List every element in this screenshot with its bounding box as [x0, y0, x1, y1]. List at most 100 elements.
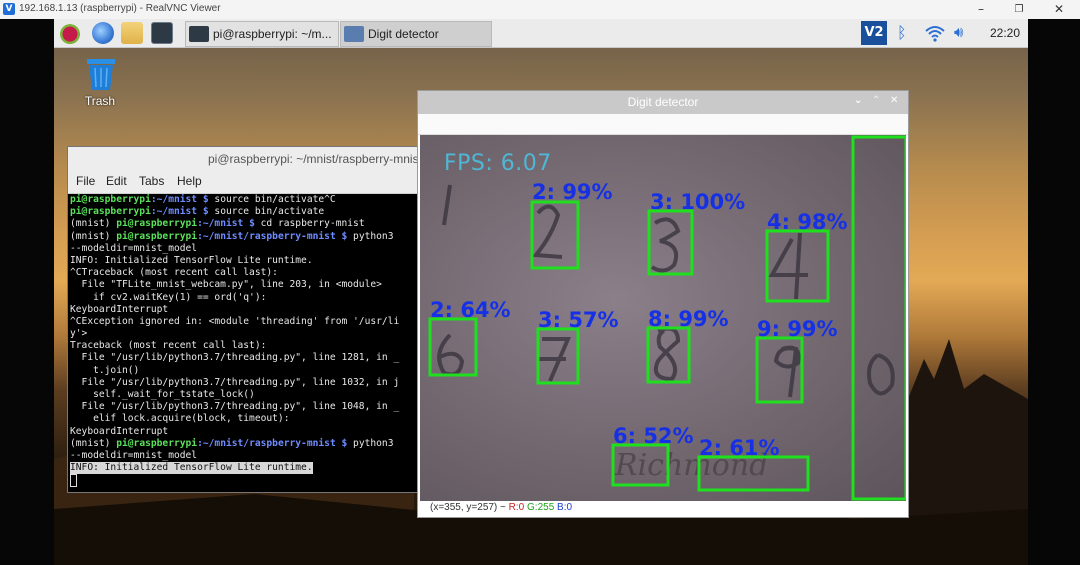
- terminal-line: if cv2.waitKey(1) == ord('q'):: [70, 292, 426, 304]
- terminal-text: --modeldir=mnist_model: [70, 242, 198, 254]
- bluetooth-icon[interactable]: ᛒ: [897, 23, 907, 42]
- detection-label: 2: 64%: [430, 298, 511, 322]
- terminal-line: y'>: [70, 328, 426, 340]
- camera-feed: Richmond 2: 99% 3: 100% 4: 98% 2: 64% 3:…: [420, 135, 906, 501]
- detection-overlay: Richmond 2: 99% 3: 100% 4: 98% 2: 64% 3:…: [428, 135, 906, 501]
- detector-title: Digit detector: [627, 95, 699, 109]
- chevron-up-icon[interactable]: ⌃: [872, 95, 880, 106]
- terminal-line: pi@raspberrypi:~/mnist $ source bin/acti…: [70, 206, 426, 218]
- file-manager-icon[interactable]: [121, 22, 143, 44]
- terminal-line: t.join(): [70, 365, 426, 377]
- terminal-line: --modeldir=mnist_model: [70, 450, 426, 462]
- terminal-line: (mnist) pi@raspberrypi:~/mnist/raspberry…: [70, 231, 426, 243]
- detector-titlebar[interactable]: Digit detector ⌄ ⌃ ✕: [418, 91, 908, 114]
- terminal-launcher-icon[interactable]: [151, 22, 173, 44]
- terminal-user: pi@raspberrypi: [70, 194, 151, 205]
- taskbar-task-terminal[interactable]: pi@raspberrypi: ~/m...: [185, 21, 339, 47]
- terminal-text: if cv2.waitKey(1) == ord('q'):: [70, 291, 267, 303]
- detection-box: [428, 317, 478, 377]
- terminal-titlebar[interactable]: pi@raspberrypi: ~/mnist/raspberry-mnist: [68, 147, 428, 171]
- terminal-text: File "/usr/lib/python3.7/threading.py", …: [70, 376, 400, 388]
- terminal-line: KeyboardInterrupt: [70, 304, 426, 316]
- terminal-cursor-line: [70, 474, 426, 488]
- chevron-down-icon[interactable]: ⌄: [854, 95, 862, 106]
- terminal-path: :~/mnist $: [150, 194, 209, 205]
- detection-label: 3: 57%: [538, 308, 619, 332]
- clock[interactable]: 22:20: [990, 19, 1020, 47]
- taskbar-task-digit-detector[interactable]: Digit detector: [340, 21, 492, 47]
- menu-help[interactable]: Help: [177, 174, 202, 188]
- detection-label: 3: 100%: [650, 190, 745, 214]
- terminal-line: File "/usr/lib/python3.7/threading.py", …: [70, 377, 426, 389]
- detection-label: 2: 99%: [532, 180, 613, 204]
- cursor-coords: (x=355, y=257) ~: [430, 502, 506, 513]
- detection-label: 6: 52%: [613, 424, 694, 448]
- vnc-window-title: 192.168.1.13 (raspberrypi) - RealVNC Vie…: [19, 3, 221, 14]
- terminal-line: pi@raspberrypi:~/mnist $ source bin/acti…: [70, 194, 426, 206]
- terminal-output[interactable]: pi@raspberrypi:~/mnist $ source bin/acti…: [70, 194, 426, 490]
- trash-icon[interactable]: [84, 57, 118, 91]
- vnc-tray-icon[interactable]: V2: [861, 21, 887, 45]
- terminal-title: pi@raspberrypi: ~/mnist/raspberry-mnist: [208, 152, 422, 166]
- menu-file[interactable]: File: [76, 174, 95, 188]
- raspberry-menu-icon[interactable]: [59, 22, 81, 44]
- terminal-line: self._wait_for_tstate_lock(): [70, 389, 426, 401]
- menu-tabs[interactable]: Tabs: [139, 174, 164, 188]
- terminal-text: python3: [347, 230, 394, 242]
- terminal-path: :~/mnist/raspberry-mnist $: [197, 230, 348, 242]
- terminal-text: File "TFLite_mnist_webcam.py", line 203,…: [70, 279, 382, 291]
- vnc-viewer-titlebar: V 192.168.1.13 (raspberrypi) - RealVNC V…: [0, 0, 1080, 20]
- terminal-line: ^CException ignored in: <module 'threadi…: [70, 316, 426, 328]
- terminal-line: INFO: Initialized TensorFlow Lite runtim…: [70, 255, 426, 267]
- remote-border-right: [1028, 19, 1080, 565]
- digit-detector-window[interactable]: Digit detector ⌄ ⌃ ✕ Richmond 2: 99% 3: …: [417, 90, 909, 518]
- terminal-line: KeyboardInterrupt: [70, 426, 426, 438]
- terminal-user: pi@raspberrypi: [116, 437, 198, 449]
- terminal-text: elif lock.acquire(block, timeout):: [70, 413, 290, 425]
- terminal-user: pi@raspberrypi: [116, 230, 198, 242]
- remote-border-left: [0, 19, 54, 565]
- fps-readout: FPS: 6.07: [444, 151, 552, 176]
- taskbar: pi@raspberrypi: ~/m... Digit detector V2…: [54, 19, 1028, 48]
- terminal-prefix: (mnist): [70, 218, 117, 230]
- detection-label: 4: 98%: [767, 210, 848, 234]
- terminal-text: --modeldir=mnist_model: [70, 449, 198, 461]
- detection-label: 2: 61%: [699, 436, 780, 460]
- task-label: Digit detector: [368, 27, 439, 41]
- text-cursor: [70, 474, 77, 488]
- terminal-user: pi@raspberrypi: [116, 218, 198, 230]
- browser-icon[interactable]: [92, 22, 114, 44]
- terminal-prefix: (mnist): [70, 230, 117, 242]
- terminal-line: File "/usr/lib/python3.7/threading.py", …: [70, 401, 426, 413]
- wifi-icon[interactable]: [924, 24, 946, 42]
- terminal-prefix: (mnist): [70, 437, 117, 449]
- terminal-text: python3: [347, 437, 394, 449]
- terminal-line: Traceback (most recent call last):: [70, 340, 426, 352]
- terminal-text: ^CException ignored in: <module 'threadi…: [70, 315, 400, 327]
- minimize-button[interactable]: –: [969, 1, 993, 18]
- detection-label: 8: 99%: [648, 307, 729, 331]
- pixel-blue: B:0: [557, 502, 573, 513]
- terminal-text: cd raspberry-mnist: [254, 218, 365, 230]
- close-button[interactable]: ✕: [1047, 1, 1071, 18]
- menu-edit[interactable]: Edit: [106, 174, 127, 188]
- restore-button[interactable]: ❐: [1007, 1, 1031, 18]
- terminal-path: :~/mnist $: [197, 218, 255, 230]
- detection-label: 9: 99%: [757, 317, 838, 341]
- pixel-red: R:0: [508, 502, 525, 513]
- close-icon[interactable]: ✕: [890, 95, 898, 106]
- detection-box: [851, 135, 906, 501]
- terminal-line: (mnist) pi@raspberrypi:~/mnist/raspberry…: [70, 438, 426, 450]
- terminal-menubar: File Edit Tabs Help: [68, 171, 428, 194]
- terminal-line: INFO: Initialized TensorFlow Lite runtim…: [70, 462, 313, 475]
- terminal-text: source bin/activate^C: [208, 194, 336, 205]
- terminal-text: File "/usr/lib/python3.7/threading.py", …: [70, 401, 400, 413]
- pixel-green: G:255: [527, 502, 555, 513]
- terminal-path: :~/mnist $: [150, 206, 209, 218]
- terminal-text: self._wait_for_tstate_lock(): [70, 389, 255, 400]
- terminal-window[interactable]: pi@raspberrypi: ~/mnist/raspberry-mnist …: [67, 146, 429, 493]
- pixel-status-bar: (x=355, y=257) ~ R:0 G:255 B:0: [430, 502, 572, 513]
- volume-icon[interactable]: 🔊︎: [954, 23, 963, 41]
- terminal-icon: [189, 26, 209, 42]
- terminal-text: y'>: [70, 328, 88, 340]
